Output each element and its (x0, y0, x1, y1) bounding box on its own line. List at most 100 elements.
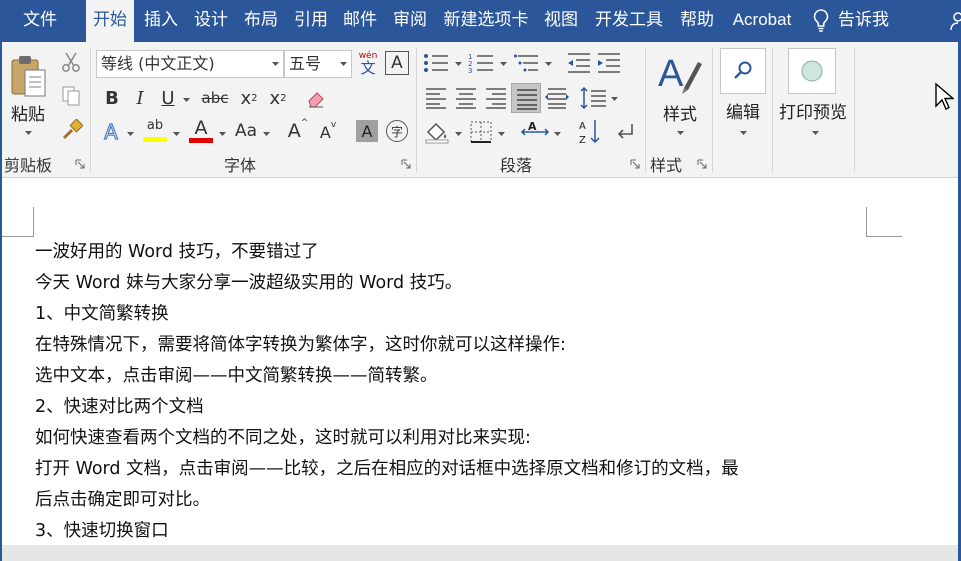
distributed-icon[interactable] (544, 86, 570, 110)
multilevel-dropdown-icon[interactable] (545, 62, 552, 66)
styles-group-label: 样式 (650, 156, 683, 175)
clear-formatting-button[interactable] (303, 85, 329, 111)
tab-layout[interactable]: 布局 (238, 0, 284, 42)
shading-icon[interactable] (424, 118, 450, 144)
justify-button[interactable] (511, 83, 541, 113)
tab-home[interactable]: 开始 (86, 0, 134, 43)
align-right-icon[interactable] (484, 86, 508, 110)
show-marks-icon[interactable] (614, 120, 636, 144)
shrink-font-button[interactable]: Av (316, 120, 340, 144)
change-case-button[interactable]: Aa (231, 118, 261, 144)
tab-view[interactable]: 视图 (538, 0, 584, 42)
tab-new-tab[interactable]: 新建选项卡 (437, 0, 535, 42)
font-size-combo[interactable]: 五号 (284, 50, 352, 78)
editing-dropdown-icon[interactable] (740, 131, 747, 135)
line-spacing-icon[interactable] (580, 86, 608, 110)
tab-developer[interactable]: 开发工具 (588, 0, 670, 42)
print-preview-label[interactable]: 打印预览 (776, 98, 850, 123)
tab-references[interactable]: 引用 (288, 0, 334, 42)
tab-mailings[interactable]: 邮件 (337, 0, 383, 42)
character-shading-button[interactable]: A (356, 120, 378, 142)
multilevel-list-icon[interactable] (514, 52, 542, 74)
chinese-layout-dropdown-icon[interactable] (554, 132, 561, 136)
document-paragraph[interactable]: 一波好用的 Word 技巧，不要错过了 (35, 237, 895, 268)
highlight-color-button[interactable]: ab (141, 116, 169, 144)
tab-review[interactable]: 审阅 (387, 0, 433, 42)
paste-dropdown-icon[interactable] (25, 131, 32, 135)
format-painter-button[interactable] (60, 118, 84, 142)
bold-button[interactable]: B (100, 85, 124, 111)
document-paragraph[interactable]: 打开 Word 文档，点击审阅——比较，之后在相应的对话框中选择原文档和修订的文… (35, 454, 895, 485)
editing-button[interactable] (720, 48, 766, 94)
document-paragraph[interactable]: 在特殊情况下，需要将简体字转换为繁体字，这时你就可以这样操作: (35, 330, 895, 361)
line-spacing-dropdown-icon[interactable] (611, 97, 618, 101)
numbering-dropdown-icon[interactable] (500, 62, 507, 66)
tab-acrobat[interactable]: Acrobat (723, 0, 801, 42)
tell-me-box[interactable]: 告诉我 (812, 0, 889, 42)
text-effects-dropdown-icon[interactable] (127, 132, 134, 136)
bullets-dropdown-icon[interactable] (455, 62, 462, 66)
italic-button[interactable]: I (128, 85, 152, 111)
change-case-dropdown-icon[interactable] (263, 132, 270, 136)
shading-dropdown-icon[interactable] (455, 132, 462, 136)
document-body[interactable]: 一波好用的 Word 技巧，不要错过了 今天 Word 妹与大家分享一波超级实用的… (35, 237, 895, 547)
sort-icon[interactable]: AZ (578, 118, 602, 146)
print-preview-button[interactable] (788, 48, 836, 94)
enclose-characters-button[interactable]: 字 (386, 120, 408, 142)
document-paragraph[interactable]: 3、快速切换窗口 (35, 516, 895, 547)
phonetic-guide-button[interactable]: wén 文 (355, 48, 381, 80)
styles-button[interactable]: A (654, 48, 706, 100)
styles-icon: A (658, 53, 702, 95)
subscript-button[interactable]: x2 (236, 85, 262, 111)
borders-dropdown-icon[interactable] (498, 132, 505, 136)
paste-button[interactable] (6, 50, 50, 102)
superscript-x: x (269, 87, 281, 109)
share-icon[interactable] (946, 6, 961, 36)
justify-icon (517, 89, 537, 110)
cut-button[interactable] (60, 50, 82, 74)
grow-font-button[interactable]: A ^ (286, 118, 310, 144)
document-paragraph[interactable]: 后点击确定即可对比。 (35, 485, 895, 516)
tab-insert[interactable]: 插入 (138, 0, 184, 42)
tab-file[interactable]: 文件 (8, 0, 72, 42)
print-preview-dropdown-icon[interactable] (812, 131, 819, 135)
align-left-icon[interactable] (424, 86, 448, 110)
font-color-dropdown-icon[interactable] (219, 132, 226, 136)
tab-design[interactable]: 设计 (188, 0, 234, 42)
bullets-icon[interactable] (423, 52, 451, 74)
chinese-layout-icon[interactable]: A (520, 120, 550, 144)
paste-label[interactable]: 粘贴 (6, 100, 50, 125)
font-color-button[interactable]: A (187, 116, 215, 144)
strikethrough-button[interactable]: abc (198, 85, 232, 111)
increase-indent-icon[interactable] (596, 52, 622, 74)
document-paragraph[interactable]: 2、快速对比两个文档 (35, 392, 895, 423)
styles-dialog-launcher-icon[interactable] (697, 159, 707, 169)
underline-button[interactable]: U (156, 85, 180, 111)
font-name-combo[interactable]: 等线 (中文正文) (96, 50, 284, 78)
numbering-icon[interactable]: 123 (468, 52, 496, 74)
underline-dropdown-icon[interactable] (183, 98, 190, 102)
character-border-button[interactable]: A (385, 51, 409, 75)
font-dialog-launcher-icon[interactable] (401, 159, 411, 169)
superscript-button[interactable]: x2 (265, 85, 291, 111)
svg-text:3: 3 (468, 67, 472, 74)
styles-dropdown-icon[interactable] (677, 131, 684, 135)
clipboard-dialog-launcher-icon[interactable] (75, 159, 85, 169)
editing-label[interactable]: 编辑 (720, 98, 766, 123)
document-paragraph[interactable]: 如何快速查看两个文档的不同之处，这时就可以利用对比来实现: (35, 423, 895, 454)
document-paragraph[interactable]: 今天 Word 妹与大家分享一波超级实用的 Word 技巧。 (35, 268, 895, 299)
copy-button[interactable] (60, 84, 82, 108)
paragraph-dialog-launcher-icon[interactable] (630, 159, 640, 169)
highlight-color-bar (143, 136, 167, 142)
decrease-indent-icon[interactable] (566, 52, 592, 74)
document-canvas[interactable]: 一波好用的 Word 技巧，不要错过了 今天 Word 妹与大家分享一波超级实用的… (0, 179, 961, 561)
horizontal-scrollbar[interactable] (0, 545, 961, 561)
borders-icon[interactable] (469, 120, 493, 144)
align-center-icon[interactable] (454, 86, 478, 110)
text-effects-button[interactable]: A (98, 118, 124, 146)
tab-help[interactable]: 帮助 (674, 0, 720, 42)
document-paragraph[interactable]: 1、中文简繁转换 (35, 299, 895, 330)
document-paragraph[interactable]: 选中文本，点击审阅——中文简繁转换——简转繁。 (35, 361, 895, 392)
highlight-dropdown-icon[interactable] (173, 132, 180, 136)
styles-label[interactable]: 样式 (656, 100, 704, 125)
